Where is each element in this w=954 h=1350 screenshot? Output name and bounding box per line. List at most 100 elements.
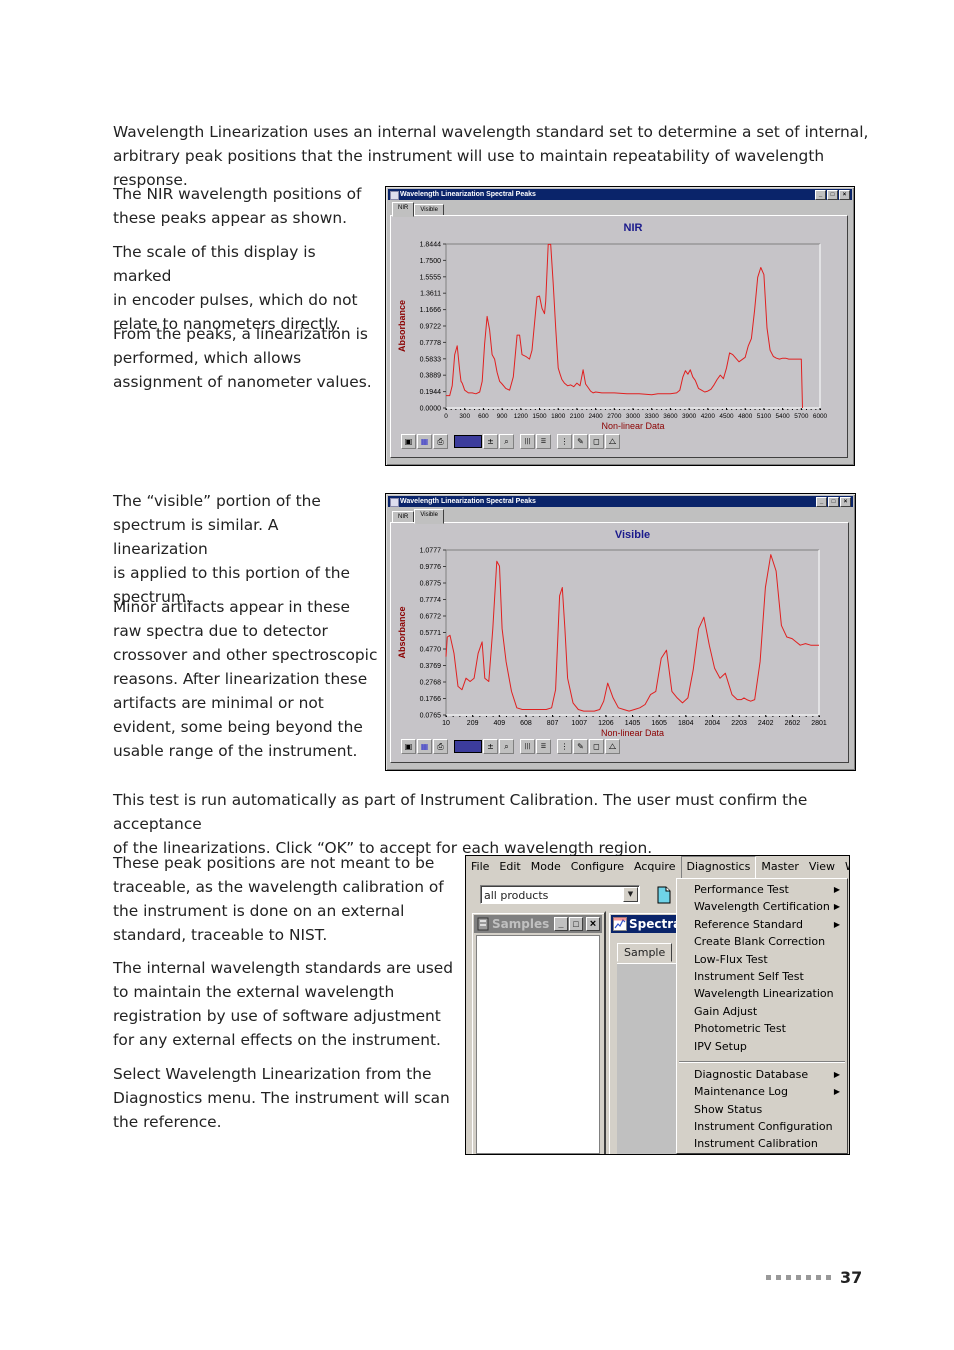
menu-view[interactable]: View: [804, 856, 840, 878]
vertical-grid-icon[interactable]: |||: [520, 433, 535, 449]
window-title-bar[interactable]: Wavelength Linearization Spectral Peaks …: [388, 496, 853, 507]
chevron-down-icon[interactable]: ▼: [623, 887, 638, 902]
menu-item-photometric-test[interactable]: Photometric Test: [677, 1020, 847, 1037]
minimize-button[interactable]: _: [815, 190, 826, 200]
chart-type-icon[interactable]: ⧍: [605, 433, 620, 449]
menu-mode[interactable]: Mode: [526, 856, 566, 878]
menu-item-ipv-setup[interactable]: IPV Setup: [677, 1038, 847, 1055]
menu-edit[interactable]: Edit: [494, 856, 525, 878]
x-tick-label: 3600: [663, 413, 678, 420]
x-minor-tick: [699, 716, 701, 717]
menu-item-label: Instrument Configuration: [694, 1120, 833, 1134]
zoom-preview-icon[interactable]: ⌕: [499, 738, 514, 754]
camera-icon[interactable]: ▣: [401, 738, 416, 754]
x-minor-tick: [772, 716, 774, 717]
x-minor-tick: [672, 716, 674, 717]
color-swatch[interactable]: [454, 434, 482, 448]
x-minor-tick: [707, 409, 709, 410]
menu-file[interactable]: File: [466, 856, 494, 878]
style-dropdown-icon[interactable]: ±: [483, 738, 498, 754]
camera-icon[interactable]: ▣: [401, 433, 416, 449]
vertical-grid-icon[interactable]: |||: [520, 738, 535, 754]
maximize-button[interactable]: □: [828, 497, 839, 507]
chart-type-icon[interactable]: ⧍: [605, 738, 620, 754]
menu-item-instrument-self-test[interactable]: Instrument Self Test: [677, 968, 847, 985]
horizontal-grid-icon[interactable]: ☰: [536, 738, 551, 754]
menu-item-diagnostic-database[interactable]: Diagnostic Database ▶: [677, 1066, 847, 1083]
style-dropdown-icon[interactable]: ±: [483, 433, 498, 449]
close-button[interactable]: ×: [586, 917, 600, 931]
print-icon[interactable]: ⎙: [433, 433, 448, 449]
samples-list[interactable]: [476, 935, 600, 1154]
x-minor-tick: [539, 716, 541, 717]
data-labels-icon[interactable]: ⋮: [557, 433, 572, 449]
x-minor-tick: [534, 409, 536, 410]
menu-item-gain-adjust[interactable]: Gain Adjust: [677, 1003, 847, 1020]
maximize-button[interactable]: □: [569, 917, 583, 931]
menu-item-performance-test[interactable]: Performance Test ▶: [677, 881, 847, 898]
y-tick-label: 0.9722: [420, 324, 442, 331]
minimize-button[interactable]: _: [554, 917, 568, 931]
window-title-bar[interactable]: Wavelength Linearization Spectral Peaks …: [388, 189, 852, 200]
menu-item-create-blank-correction[interactable]: Create Blank Correction: [677, 933, 847, 950]
menu-item-wavelength-certification[interactable]: Wavelength Certification ▶: [677, 898, 847, 915]
menu-acquire[interactable]: Acquire: [629, 856, 680, 878]
y-tick-label: 0.7774: [420, 597, 442, 604]
color-swatch[interactable]: [454, 739, 482, 753]
close-button[interactable]: ×: [839, 190, 850, 200]
x-tick-label: 0: [444, 413, 448, 420]
print-icon[interactable]: ⎙: [433, 738, 448, 754]
new-document-icon[interactable]: [656, 885, 672, 904]
grid-icon[interactable]: ▦: [417, 433, 432, 449]
zoom-preview-icon[interactable]: ⌕: [499, 433, 514, 449]
menu-configure[interactable]: Configure: [566, 856, 629, 878]
x-minor-tick: [618, 409, 620, 410]
product-select[interactable]: all products ▼: [480, 885, 640, 904]
diag-paragraph-3: Select Wavelength Linearization from the…: [113, 1062, 453, 1134]
maximize-button[interactable]: □: [827, 190, 838, 200]
samples-title-bar[interactable]: Samples _ □ ×: [474, 915, 602, 933]
menu-item-show-status[interactable]: Show Status: [677, 1101, 847, 1118]
minimize-button[interactable]: _: [816, 497, 827, 507]
menu-item-reference-standard[interactable]: Reference Standard ▶: [677, 916, 847, 933]
grid-icon[interactable]: ▦: [417, 738, 432, 754]
paint-icon[interactable]: ✎: [573, 433, 588, 449]
text-line: The NIR wavelength positions of: [113, 185, 362, 203]
menu-item-label: Maintenance Log: [694, 1085, 788, 1099]
tab-visible[interactable]: Visible: [414, 509, 444, 524]
x-minor-tick: [446, 409, 447, 410]
annotation-icon[interactable]: ◻: [589, 738, 604, 754]
menu-item-instrument-configuration[interactable]: Instrument Configuration: [677, 1118, 847, 1135]
x-minor-tick: [585, 716, 587, 717]
menu-item-label: Instrument Self Test: [694, 969, 804, 983]
menu-item-wavelength-linearization[interactable]: Wavelength Linearization: [677, 985, 847, 1002]
x-minor-tick: [726, 409, 728, 410]
x-tick-label: 2602: [785, 720, 801, 727]
data-labels-icon[interactable]: ⋮: [557, 738, 572, 754]
menu-item-maintenance-log[interactable]: Maintenance Log ▶: [677, 1083, 847, 1100]
close-button[interactable]: ×: [840, 497, 851, 507]
x-tick-label: 1007: [571, 720, 587, 727]
tab-nir[interactable]: NIR: [392, 202, 415, 217]
x-minor-tick: [670, 409, 672, 410]
x-minor-tick: [805, 716, 807, 717]
annotation-icon[interactable]: ◻: [589, 433, 604, 449]
menu-item-low-flux-test[interactable]: Low-Flux Test: [677, 951, 847, 968]
text-line: standard, traceable to NIST.: [113, 926, 328, 944]
x-minor-tick: [735, 409, 737, 410]
product-select-value: all products: [484, 889, 549, 902]
tab-sample[interactable]: Sample: [617, 943, 673, 962]
horizontal-grid-icon[interactable]: ☰: [536, 433, 551, 449]
menu-bar: File Edit Mode Configure Acquire Diagnos…: [466, 856, 849, 879]
menu-diagnostics[interactable]: Diagnostics: [680, 856, 757, 879]
menu-item-instrument-calibration[interactable]: Instrument Calibration: [677, 1135, 847, 1152]
x-tick-label: 1605: [651, 720, 667, 727]
x-axis-label: Non-linear Data: [601, 421, 664, 431]
menu-window[interactable]: Win: [840, 856, 849, 878]
menu-master[interactable]: Master: [756, 856, 804, 878]
x-minor-tick: [576, 409, 578, 410]
x-minor-tick: [502, 409, 504, 410]
text-line: is applied to this portion of the: [113, 564, 351, 582]
x-minor-tick: [450, 409, 452, 410]
paint-icon[interactable]: ✎: [573, 738, 588, 754]
